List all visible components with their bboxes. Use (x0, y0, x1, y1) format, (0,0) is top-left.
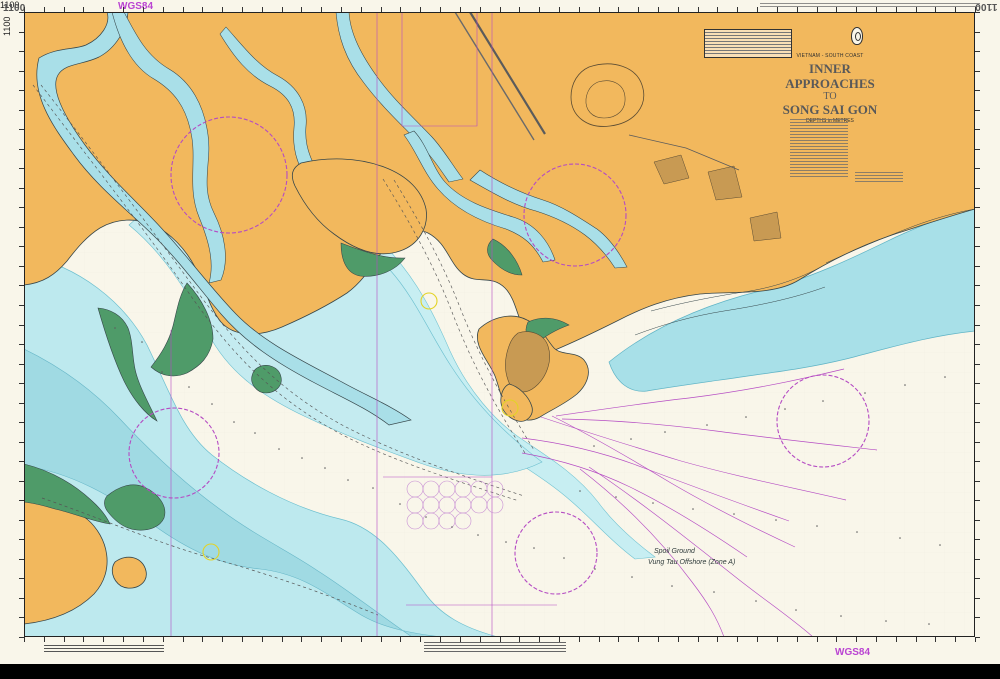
graticule-tick-vertical (975, 383, 980, 385)
top-datum-label: WGS84 (118, 1, 154, 12)
graticule-tick-horizontal (796, 637, 798, 642)
graticule-tick-horizontal (400, 637, 402, 642)
graticule-tick-vertical (975, 597, 980, 599)
graticule-tick-vertical (19, 637, 24, 638)
graticule-tick-vertical (975, 51, 980, 53)
graticule-tick-vertical (975, 539, 980, 541)
graticule-tick-vertical (975, 461, 980, 463)
graticule-tick-vertical (975, 70, 980, 72)
graticule-tick-vertical (975, 637, 980, 638)
graticule-tick-horizontal (103, 637, 105, 642)
graticule-tick-horizontal (123, 637, 125, 642)
top-left-chart-number: 1100 (3, 3, 26, 14)
graticule-tick-horizontal (717, 637, 719, 642)
chart-frame: 1100 WGS84 1100 1100 WGS84 1100 VIETNAM … (0, 0, 1000, 679)
graticule-tick-horizontal (162, 637, 164, 642)
nautical-chart-sheet: 1100 WGS84 1100 1100 WGS84 1100 VIETNAM … (0, 0, 1000, 664)
graticule-tick-horizontal (301, 637, 303, 642)
graticule-tick-horizontal (341, 637, 342, 642)
graticule-tick-horizontal (816, 637, 818, 642)
graticule-tick-vertical (975, 363, 980, 365)
graticule-tick-vertical (975, 617, 980, 619)
graticule-tick-vertical (975, 265, 980, 267)
graticule-tick-horizontal (658, 637, 659, 642)
graticule-tick-vertical (975, 402, 980, 404)
bottom-left-publication-notes (44, 645, 164, 657)
graticule-tick-vertical (975, 285, 980, 287)
graticule-tick-vertical (975, 558, 980, 560)
chart-neatline (24, 12, 975, 637)
graticule-tick-horizontal (281, 637, 283, 642)
bottom-center-credit (424, 642, 566, 658)
graticule-tick-vertical (975, 168, 980, 170)
graticule-tick-vertical (975, 148, 980, 150)
graticule-tick-horizontal (63, 637, 65, 642)
graticule-tick-vertical (975, 226, 980, 228)
graticule-tick-horizontal (737, 637, 739, 642)
graticule-tick-horizontal (83, 637, 85, 642)
graticule-tick-vertical (975, 519, 980, 521)
graticule-tick-horizontal (776, 637, 778, 642)
graticule-tick-horizontal (895, 637, 897, 642)
graticule-tick-horizontal (360, 637, 362, 642)
graticule-tick-horizontal (202, 637, 204, 642)
graticule-tick-horizontal (598, 637, 600, 642)
graticule-tick-horizontal (578, 637, 580, 642)
graticule-tick-vertical (975, 12, 980, 13)
graticule-tick-vertical (975, 480, 980, 482)
right-graticule-ticks (975, 12, 980, 638)
graticule-tick-horizontal (43, 637, 45, 642)
graticule-tick-horizontal (677, 637, 679, 642)
graticule-tick-horizontal (875, 637, 877, 642)
graticule-tick-vertical (975, 344, 980, 346)
graticule-tick-horizontal (935, 637, 937, 642)
graticule-tick-horizontal (24, 637, 25, 642)
graticule-tick-vertical (975, 500, 980, 502)
graticule-tick-horizontal (420, 637, 422, 642)
left-side-chart-number: 1100 (2, 16, 12, 36)
graticule-tick-horizontal (321, 637, 323, 642)
graticule-tick-horizontal (380, 637, 382, 642)
graticule-tick-vertical (975, 31, 980, 33)
graticule-tick-vertical (975, 422, 980, 424)
graticule-tick-horizontal (261, 637, 263, 642)
graticule-tick-horizontal (142, 637, 144, 642)
graticule-tick-horizontal (757, 637, 759, 642)
graticule-tick-horizontal (638, 637, 640, 642)
graticule-tick-vertical (975, 207, 980, 209)
graticule-tick-horizontal (222, 637, 224, 642)
graticule-tick-horizontal (241, 637, 243, 642)
graticule-tick-vertical (975, 304, 980, 306)
graticule-tick-horizontal (182, 637, 184, 642)
graticule-tick-vertical (975, 324, 980, 326)
graticule-tick-horizontal (618, 637, 620, 642)
graticule-tick-vertical (975, 246, 980, 248)
graticule-tick-horizontal (856, 637, 858, 642)
bottom-datum-label: WGS84 (835, 647, 871, 658)
graticule-tick-vertical (975, 109, 980, 111)
top-note-strip (760, 1, 980, 9)
graticule-tick-vertical (975, 129, 980, 131)
graticule-tick-horizontal (697, 637, 699, 642)
graticule-tick-horizontal (915, 637, 917, 642)
graticule-tick-horizontal (955, 637, 957, 642)
graticule-tick-vertical (975, 578, 980, 580)
graticule-tick-vertical (975, 187, 980, 189)
graticule-tick-horizontal (975, 637, 976, 642)
graticule-tick-vertical (975, 441, 980, 443)
graticule-tick-horizontal (836, 637, 838, 642)
graticule-tick-vertical (975, 90, 980, 92)
